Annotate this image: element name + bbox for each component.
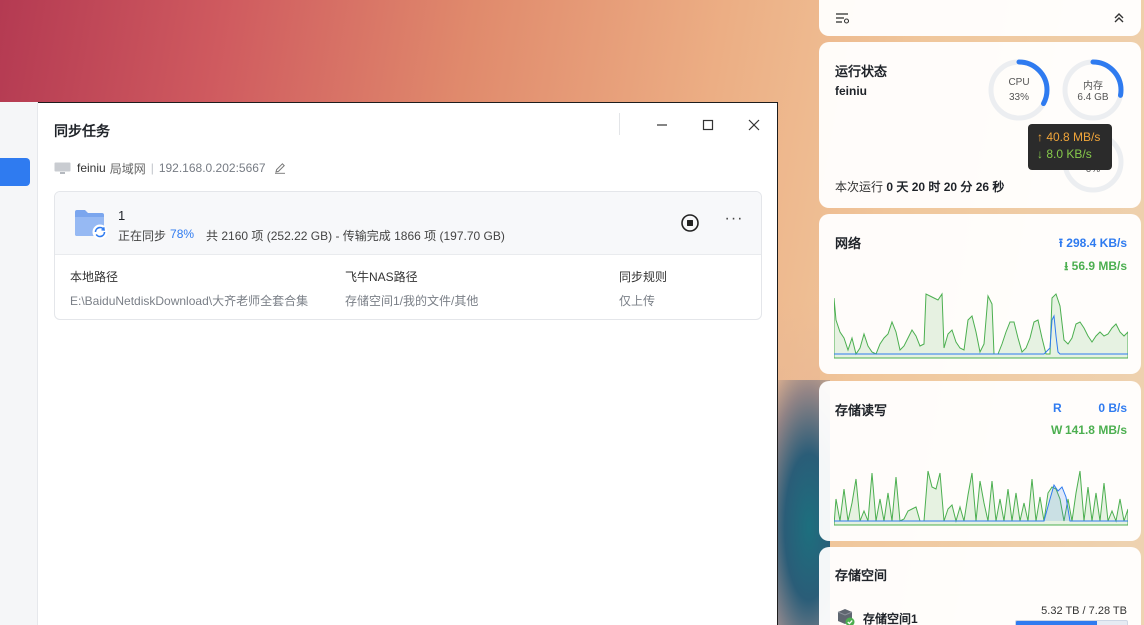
background-window-selected-item[interactable] [0, 158, 30, 186]
memory-gauge: 内存 6.4 GB [1061, 58, 1125, 122]
network-sparkline [834, 292, 1128, 359]
more-dots-icon: ··· [724, 210, 744, 227]
desktop-pc-icon [54, 162, 71, 175]
minimize-icon [657, 124, 667, 126]
cpu-value: 33% [1008, 92, 1029, 103]
volume-name: 存储空间1 [863, 612, 918, 625]
cpu-gauge: CPU 33% [987, 58, 1051, 122]
storage-io-sparkline [834, 470, 1128, 526]
minimize-button[interactable] [644, 113, 680, 137]
nas-path-column: 飞牛NAS路径 存储空间1/我的文件/其他 [345, 268, 478, 309]
volume-usage-fill [1016, 621, 1098, 625]
storage-space-widget[interactable]: 存储空间 存储空间1 5.32 TB / 7.28 TB [819, 547, 1141, 625]
filter-list-icon[interactable] [835, 12, 849, 24]
maximize-icon [702, 119, 714, 131]
title-bar[interactable]: 同步任务 [38, 103, 777, 153]
network-title: 网络 [835, 236, 862, 251]
volume-usage-bar [1015, 620, 1128, 625]
read-label: R [1053, 401, 1062, 415]
volume-usage: 5.32 TB / 7.28 TB [1041, 605, 1127, 617]
network-download-value: 56.9 MB/s [1071, 259, 1127, 273]
stop-sync-button[interactable] [680, 213, 700, 233]
task-progress: 78% [170, 227, 195, 241]
device-info-row: feiniu 局域网 | 192.168.0.202:5667 [54, 159, 286, 177]
storage-space-title: 存储空间 [835, 568, 888, 583]
stop-circle-icon [681, 214, 699, 232]
title-divider [619, 113, 620, 135]
storage-io-widget[interactable]: 存储读写 R 0 B/s W 141.8 MB/s [819, 381, 1141, 541]
read-value: 0 B/s [1098, 401, 1127, 415]
more-options-button[interactable]: ··· [723, 210, 745, 232]
background-window[interactable] [0, 102, 38, 625]
storage-volume-icon [835, 607, 855, 625]
sync-task-window: 同步任务 feiniu 局域网 | 192.168.0.202:5667 1 正… [38, 102, 778, 625]
write-label: W [1051, 423, 1063, 437]
local-path-label: 本地路径 [70, 270, 119, 284]
device-address: 192.168.0.202:5667 [158, 161, 266, 175]
network-widget[interactable]: 网络 ⭱ 298.4 KB/s ⭳ 56.9 MB/s [819, 214, 1141, 374]
network-upload-value: 298.4 KB/s [1066, 236, 1127, 250]
maximize-button[interactable] [690, 113, 726, 137]
task-summary: 共 2160 项 (252.22 GB) - 传输完成 1866 项 (197.… [206, 229, 505, 243]
network-tooltip: ↑ 40.8 MB/s ↓ 8.0 KB/s [1028, 124, 1112, 170]
uptime: 本次运行 0 天 20 时 20 分 26 秒 [835, 178, 1004, 195]
double-chevron-up-icon[interactable] [1113, 12, 1125, 24]
task-status-label: 正在同步 [118, 229, 167, 243]
status-title: 运行状态 [835, 64, 888, 79]
close-button[interactable] [736, 113, 772, 137]
write-value: 141.8 MB/s [1064, 423, 1127, 437]
nas-path-label: 飞牛NAS路径 [345, 270, 418, 284]
task-name: 1 [118, 208, 126, 223]
network-upload-rate: ⭱ 298.4 KB/s [1059, 234, 1127, 255]
device-name: feiniu [77, 161, 106, 175]
local-path-column: 本地路径 E:\BaiduNetdiskDownload\大齐老师全套合集 [70, 268, 308, 309]
widget-panel: 运行状态 feiniu CPU 33% 内存 6.4 GB GPU 0% [812, 0, 1144, 625]
network-download-rate: ⭳ 56.9 MB/s [1064, 257, 1127, 278]
widget-toolbar [819, 0, 1141, 36]
sync-rule-column: 同步规则 仅上传 [619, 268, 667, 309]
sync-folder-icon [74, 208, 108, 245]
task-details: 本地路径 E:\BaiduNetdiskDownload\大齐老师全套合集 飞牛… [55, 256, 761, 319]
status-widget[interactable]: 运行状态 feiniu CPU 33% 内存 6.4 GB GPU 0% [819, 42, 1141, 208]
upload-arrow-icon: ⭱ [1058, 236, 1063, 250]
window-title: 同步任务 [54, 123, 110, 139]
memory-label: 内存 [1083, 81, 1103, 92]
sync-rule-value: 仅上传 [619, 294, 656, 308]
download-arrow-icon: ⭳ [1064, 259, 1069, 273]
tooltip-download: ↓ 8.0 KB/s [1037, 147, 1092, 161]
network-type: 局域网 [109, 161, 146, 176]
sync-task-card[interactable]: 1 正在同步 78% 共 2160 项 (252.22 GB) - 传输完成 1… [54, 191, 762, 320]
uptime-value: 0 天 20 时 20 分 26 秒 [886, 180, 1005, 194]
cpu-label: CPU [1008, 77, 1030, 88]
separator: | [150, 161, 154, 175]
task-status: 正在同步 78% 共 2160 项 (252.22 GB) - 传输完成 186… [118, 227, 505, 244]
close-icon [748, 119, 760, 131]
tooltip-upload: ↑ 40.8 MB/s [1037, 130, 1101, 144]
task-header: 1 正在同步 78% 共 2160 项 (252.22 GB) - 传输完成 1… [55, 192, 761, 255]
nas-path-value: 存储空间1/我的文件/其他 [345, 294, 479, 308]
memory-value: 6.4 GB [1077, 92, 1109, 103]
uptime-prefix: 本次运行 [835, 180, 884, 194]
host-name: feiniu [835, 84, 867, 98]
storage-io-title: 存储读写 [835, 403, 888, 418]
sync-rule-label: 同步规则 [619, 270, 668, 284]
local-path-value: E:\BaiduNetdiskDownload\大齐老师全套合集 [70, 294, 309, 308]
pencil-edit-icon[interactable] [274, 162, 286, 174]
